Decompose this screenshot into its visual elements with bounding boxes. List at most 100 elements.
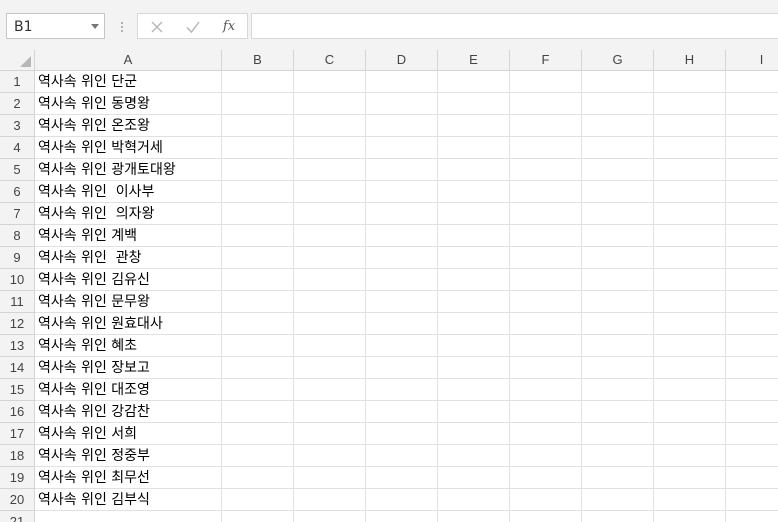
cell-g8[interactable] (582, 225, 654, 247)
cell-b2[interactable] (222, 93, 294, 115)
row-header[interactable]: 4 (0, 137, 35, 159)
cell-b9[interactable] (222, 247, 294, 269)
check-icon[interactable] (184, 18, 202, 36)
cell-h12[interactable] (654, 313, 726, 335)
cell-e2[interactable] (438, 93, 510, 115)
row-header[interactable]: 18 (0, 445, 35, 467)
column-header-e[interactable]: E (438, 50, 510, 71)
cell-f12[interactable] (510, 313, 582, 335)
cell-c17[interactable] (294, 423, 366, 445)
cell-b16[interactable] (222, 401, 294, 423)
cell-f18[interactable] (510, 445, 582, 467)
row-header[interactable]: 15 (0, 379, 35, 401)
column-header-f[interactable]: F (510, 50, 582, 71)
cell-c9[interactable] (294, 247, 366, 269)
cell-e15[interactable] (438, 379, 510, 401)
row-header[interactable]: 16 (0, 401, 35, 423)
cell-g1[interactable] (582, 71, 654, 93)
cell-d13[interactable] (366, 335, 438, 357)
row-header[interactable]: 7 (0, 203, 35, 225)
cell-i3[interactable] (726, 115, 778, 137)
cell-i1[interactable] (726, 71, 778, 93)
row-header[interactable]: 13 (0, 335, 35, 357)
cell-e10[interactable] (438, 269, 510, 291)
cell-b5[interactable] (222, 159, 294, 181)
row-header[interactable]: 11 (0, 291, 35, 313)
cell-c14[interactable] (294, 357, 366, 379)
cell-e20[interactable] (438, 489, 510, 511)
cell-g11[interactable] (582, 291, 654, 313)
row-header[interactable]: 8 (0, 225, 35, 247)
cell-g14[interactable] (582, 357, 654, 379)
cell-h4[interactable] (654, 137, 726, 159)
name-box[interactable]: B1 (6, 13, 105, 39)
cell-e16[interactable] (438, 401, 510, 423)
cell-f2[interactable] (510, 93, 582, 115)
cell-a13[interactable]: 역사속 위인 혜초 (35, 335, 222, 357)
cell-g3[interactable] (582, 115, 654, 137)
cell-b20[interactable] (222, 489, 294, 511)
cell-f6[interactable] (510, 181, 582, 203)
row-header[interactable]: 20 (0, 489, 35, 511)
cell-e9[interactable] (438, 247, 510, 269)
cell-i6[interactable] (726, 181, 778, 203)
cell-c2[interactable] (294, 93, 366, 115)
cell-a11[interactable]: 역사속 위인 문무왕 (35, 291, 222, 313)
cell-i19[interactable] (726, 467, 778, 489)
cell-a18[interactable]: 역사속 위인 정중부 (35, 445, 222, 467)
column-header-h[interactable]: H (654, 50, 726, 71)
cell-a10[interactable]: 역사속 위인 김유신 (35, 269, 222, 291)
cell-i10[interactable] (726, 269, 778, 291)
cell-a6[interactable]: 역사속 위인 이사부 (35, 181, 222, 203)
cell-a2[interactable]: 역사속 위인 동명왕 (35, 93, 222, 115)
row-header[interactable]: 21 (0, 511, 35, 522)
cell-c19[interactable] (294, 467, 366, 489)
cell-i2[interactable] (726, 93, 778, 115)
cell-d9[interactable] (366, 247, 438, 269)
row-header[interactable]: 2 (0, 93, 35, 115)
cell-h11[interactable] (654, 291, 726, 313)
cell-f16[interactable] (510, 401, 582, 423)
cell-d8[interactable] (366, 225, 438, 247)
cell-g16[interactable] (582, 401, 654, 423)
cell-i8[interactable] (726, 225, 778, 247)
chevron-down-icon[interactable] (91, 24, 99, 29)
formula-bar-splitter-icon[interactable] (121, 20, 124, 34)
cell-a15[interactable]: 역사속 위인 대조영 (35, 379, 222, 401)
row-header[interactable]: 5 (0, 159, 35, 181)
cell-e5[interactable] (438, 159, 510, 181)
cell-f8[interactable] (510, 225, 582, 247)
column-header-a[interactable]: A (35, 50, 222, 71)
cell-i15[interactable] (726, 379, 778, 401)
cell-a14[interactable]: 역사속 위인 장보고 (35, 357, 222, 379)
cell-g4[interactable] (582, 137, 654, 159)
cell-i20[interactable] (726, 489, 778, 511)
cell-e21[interactable] (438, 511, 510, 522)
cell-i13[interactable] (726, 335, 778, 357)
cell-d10[interactable] (366, 269, 438, 291)
cell-c15[interactable] (294, 379, 366, 401)
cell-f17[interactable] (510, 423, 582, 445)
cell-c8[interactable] (294, 225, 366, 247)
cell-i4[interactable] (726, 137, 778, 159)
cell-b7[interactable] (222, 203, 294, 225)
cell-a20[interactable]: 역사속 위인 김부식 (35, 489, 222, 511)
close-icon[interactable] (148, 18, 166, 36)
cell-f1[interactable] (510, 71, 582, 93)
cell-f20[interactable] (510, 489, 582, 511)
cell-b11[interactable] (222, 291, 294, 313)
cell-d17[interactable] (366, 423, 438, 445)
cell-a16[interactable]: 역사속 위인 강감찬 (35, 401, 222, 423)
cell-c20[interactable] (294, 489, 366, 511)
cell-i21[interactable] (726, 511, 778, 522)
cell-i12[interactable] (726, 313, 778, 335)
cell-i9[interactable] (726, 247, 778, 269)
cell-d15[interactable] (366, 379, 438, 401)
cell-h21[interactable] (654, 511, 726, 522)
cell-e7[interactable] (438, 203, 510, 225)
cell-h9[interactable] (654, 247, 726, 269)
cell-b8[interactable] (222, 225, 294, 247)
cell-g21[interactable] (582, 511, 654, 522)
cell-g15[interactable] (582, 379, 654, 401)
cell-i14[interactable] (726, 357, 778, 379)
